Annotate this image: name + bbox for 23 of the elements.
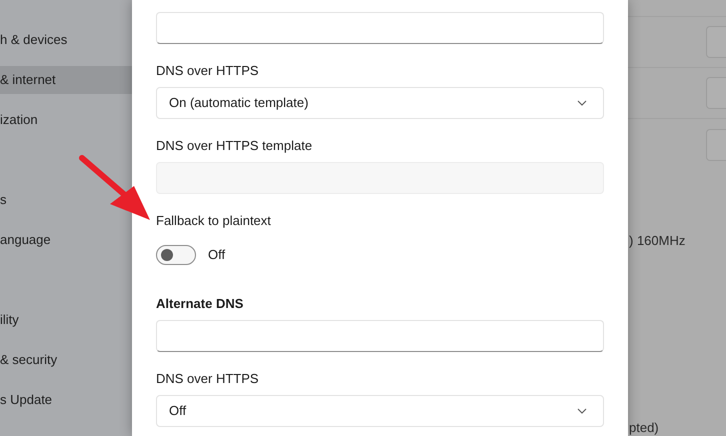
chevron-down-icon <box>577 408 587 414</box>
sidebar-item[interactable]: s Update <box>0 386 52 414</box>
sidebar-item[interactable]: & internet <box>0 66 132 94</box>
field-label: DNS over HTTPS <box>156 370 260 387</box>
chevron-down-icon <box>577 100 587 106</box>
toggle-switch[interactable] <box>156 245 196 265</box>
field-label: Fallback to plaintext <box>156 212 272 229</box>
toggle-state: Off <box>208 246 226 264</box>
background-text: ) 160MHz <box>629 232 686 250</box>
section-heading: Alternate DNS <box>156 295 244 312</box>
dropdown[interactable]: On (automatic template) <box>156 87 604 119</box>
field-label: DNS over HTTPS <box>156 62 260 79</box>
input-field[interactable] <box>156 12 604 44</box>
input-field[interactable] <box>156 320 604 352</box>
sidebar-item[interactable]: ization <box>0 106 38 134</box>
sidebar-item[interactable]: h & devices <box>0 26 68 54</box>
sidebar-item[interactable]: s <box>0 186 6 214</box>
field-label: DNS over HTTPS template <box>156 137 314 154</box>
dropdown[interactable]: Off <box>156 395 604 427</box>
sidebar-item[interactable]: anguage <box>0 226 51 254</box>
sidebar-item[interactable]: ility <box>0 306 19 334</box>
background-text: pted) <box>629 419 659 436</box>
sidebar-item[interactable]: & security <box>0 346 58 374</box>
